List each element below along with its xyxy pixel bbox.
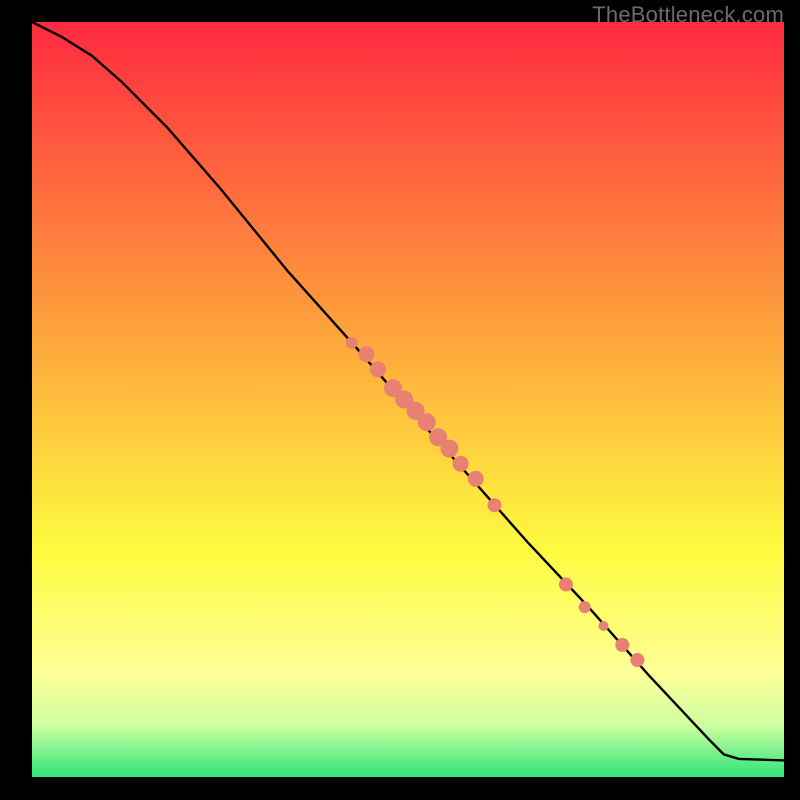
- data-point: [418, 413, 436, 431]
- data-point: [359, 346, 375, 362]
- data-point: [599, 621, 609, 631]
- chart-frame: [32, 22, 784, 777]
- data-point: [370, 361, 386, 377]
- data-point: [630, 653, 644, 667]
- data-point: [579, 601, 591, 613]
- data-point: [488, 498, 502, 512]
- data-point: [559, 578, 573, 592]
- data-point: [346, 337, 358, 349]
- data-point: [468, 471, 484, 487]
- data-point: [453, 456, 469, 472]
- data-point: [440, 440, 458, 458]
- bottleneck-chart: [32, 22, 784, 777]
- data-point: [615, 638, 629, 652]
